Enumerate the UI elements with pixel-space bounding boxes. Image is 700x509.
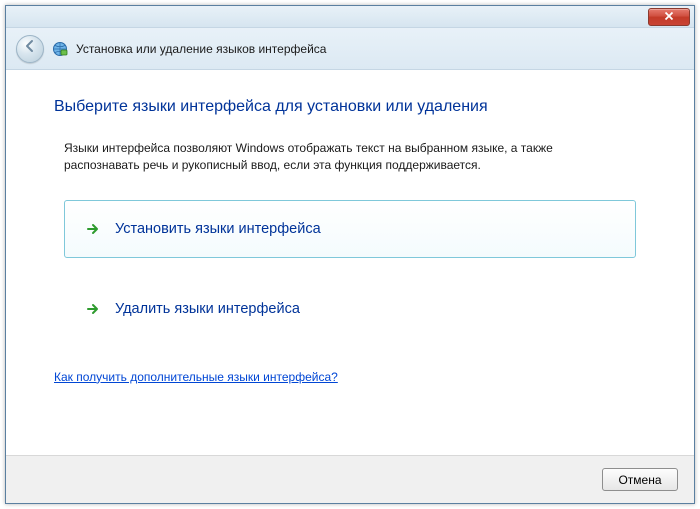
wizard-header: Установка или удаление языков интерфейса [6,28,694,70]
close-button[interactable] [648,8,690,26]
wizard-title: Установка или удаление языков интерфейса [76,42,326,56]
titlebar [6,6,694,28]
content-area: Выберите языки интерфейса для установки … [6,70,694,455]
dialog-window: Установка или удаление языков интерфейса… [5,5,695,504]
arrow-right-icon [85,301,101,317]
arrow-right-icon [85,221,101,237]
back-arrow-icon [23,39,37,58]
remove-languages-option[interactable]: Удалить языки интерфейса [64,280,636,338]
page-description: Языки интерфейса позволяют Windows отобр… [54,140,646,174]
remove-option-label: Удалить языки интерфейса [115,301,300,317]
dialog-footer: Отмена [6,455,694,503]
install-option-label: Установить языки интерфейса [115,221,321,237]
close-icon [664,8,674,26]
install-languages-option[interactable]: Установить языки интерфейса [64,200,636,258]
cancel-button[interactable]: Отмена [602,468,678,491]
help-link[interactable]: Как получить дополнительные языки интерф… [54,370,338,384]
page-title: Выберите языки интерфейса для установки … [54,98,646,116]
back-button[interactable] [16,35,44,63]
language-app-icon [52,41,68,57]
